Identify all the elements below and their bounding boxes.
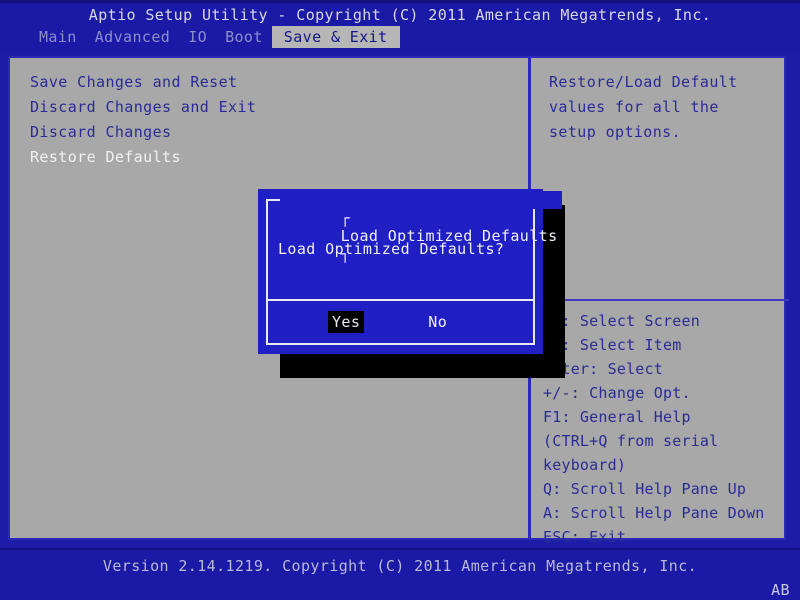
- settings-menu-list: Save Changes and Reset Discard Changes a…: [30, 72, 510, 172]
- menu-item-save-changes-and-reset[interactable]: Save Changes and Reset: [30, 72, 510, 97]
- key-scroll-help-up: Q: Scroll Help Pane Up: [543, 480, 747, 498]
- dialog-title-bracket-left-icon: ┌: [340, 209, 351, 227]
- help-key-legend: ><: Select Screen ^v: Select Item Enter:…: [543, 311, 795, 551]
- help-description-line-2: values for all the: [549, 98, 719, 116]
- key-select-item: ^v: Select Item: [543, 336, 682, 354]
- help-description-line-3: setup options.: [549, 123, 682, 141]
- header-bar: Aptio Setup Utility - Copyright (C) 2011…: [0, 0, 800, 52]
- version-text: Version 2.14.1219. Copyright (C) 2011 Am…: [102, 557, 698, 575]
- help-pane: Restore/Load Default values for all the …: [531, 58, 789, 546]
- menu-item-discard-changes-and-exit[interactable]: Discard Changes and Exit: [30, 97, 510, 122]
- menu-item-discard-changes[interactable]: Discard Changes: [30, 122, 510, 147]
- key-change-opt: +/-: Change Opt.: [543, 384, 691, 402]
- dialog-button-row: Yes No: [268, 304, 533, 340]
- key-general-help: F1: General Help: [543, 408, 691, 426]
- dialog-yes-button-wrap: Yes: [328, 311, 365, 333]
- menu-tabbar: Main Advanced IO Boot Save & Exit: [30, 26, 400, 48]
- key-scroll-help-down: A: Scroll Help Pane Down: [543, 504, 765, 522]
- dialog-button-divider: [268, 299, 533, 301]
- key-enter-select: Enter: Select: [543, 360, 663, 378]
- dialog-message: Load Optimized Defaults?: [278, 240, 505, 258]
- key-general-help-note-1: (CTRL+Q from serial: [543, 432, 719, 450]
- tab-boot[interactable]: Boot: [216, 26, 272, 48]
- bios-setup-screen: Aptio Setup Utility - Copyright (C) 2011…: [0, 0, 800, 600]
- dialog-no-button[interactable]: No: [424, 311, 451, 333]
- dialog-yes-button[interactable]: Yes: [328, 311, 365, 333]
- tab-advanced[interactable]: Advanced: [86, 26, 179, 48]
- tab-save-and-exit[interactable]: Save & Exit: [271, 26, 400, 48]
- tab-main[interactable]: Main: [30, 26, 86, 48]
- page-title: Aptio Setup Utility - Copyright (C) 2011…: [88, 6, 712, 24]
- dialog-title: ┌ Load Optimized Defaults ┐: [280, 191, 562, 263]
- key-general-help-note-2: keyboard): [543, 456, 627, 474]
- corner-code: AB: [771, 581, 790, 599]
- help-description: Restore/Load Default values for all the …: [549, 72, 789, 147]
- footer-top-rule: [0, 548, 800, 550]
- help-description-line-1: Restore/Load Default: [549, 73, 738, 91]
- footer-bar: Version 2.14.1219. Copyright (C) 2011 Am…: [0, 548, 800, 600]
- help-divider-rule: [541, 299, 789, 301]
- load-optimized-defaults-dialog: ┌ Load Optimized Defaults ┐ Load Optimiz…: [258, 189, 562, 354]
- key-select-screen: ><: Select Screen: [543, 312, 700, 330]
- tab-io[interactable]: IO: [179, 26, 216, 48]
- header-top-rule: [0, 0, 800, 3]
- dialog-no-button-wrap: No: [424, 312, 451, 332]
- menu-item-restore-defaults[interactable]: Restore Defaults: [30, 147, 510, 172]
